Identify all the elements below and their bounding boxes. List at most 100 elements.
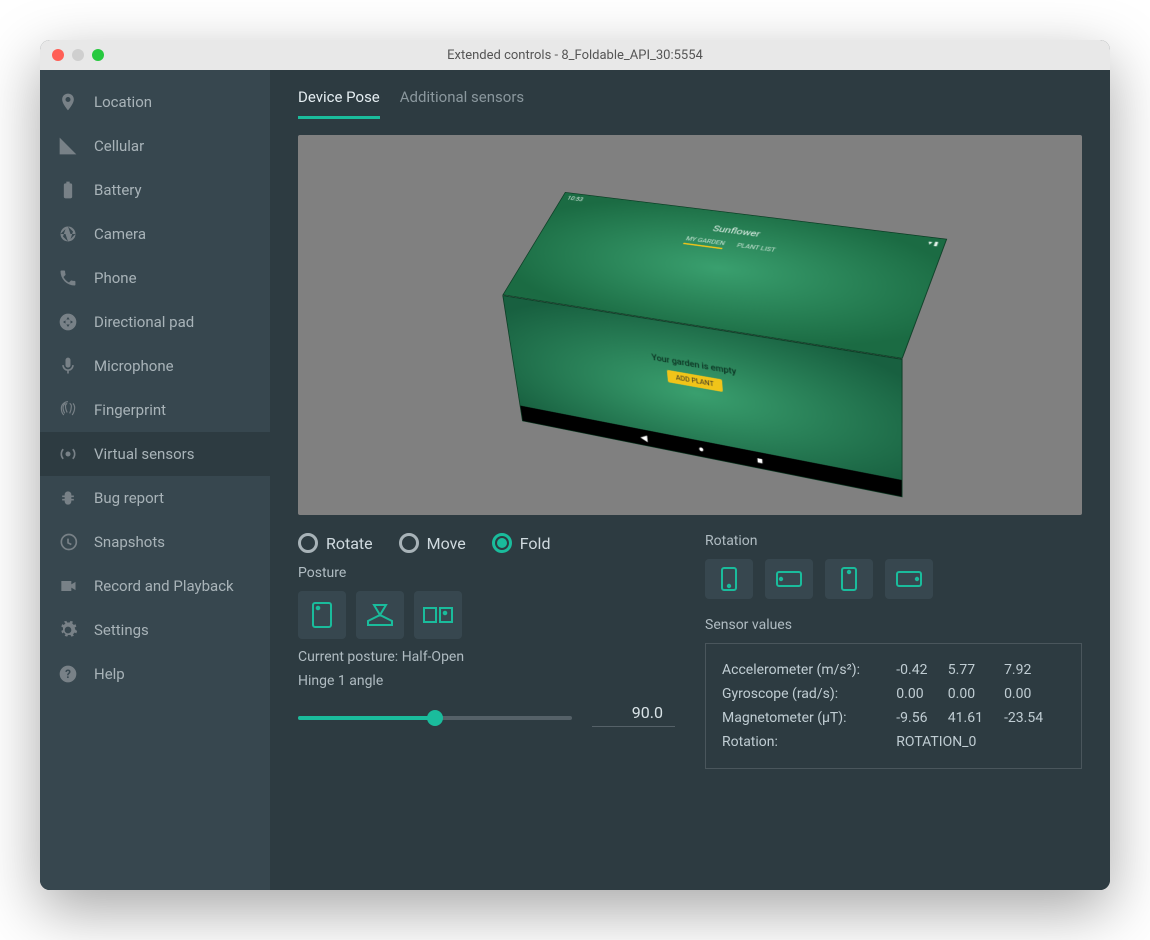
posture-half-open-icon bbox=[364, 601, 396, 629]
sensor-name: Gyroscope (rad/s): bbox=[722, 682, 896, 706]
sidebar-item-battery[interactable]: Battery bbox=[40, 168, 270, 212]
traffic-lights bbox=[52, 49, 104, 61]
sidebar-item-microphone[interactable]: Microphone bbox=[40, 344, 270, 388]
sidebar-item-dpad[interactable]: Directional pad bbox=[40, 300, 270, 344]
radio-rotate[interactable]: Rotate bbox=[298, 533, 373, 553]
rotation-landscape-left-button[interactable] bbox=[765, 559, 813, 599]
sidebar-item-label: Settings bbox=[94, 621, 149, 639]
sidebar-item-label: Location bbox=[94, 93, 152, 111]
sidebar-item-label: Bug report bbox=[94, 489, 164, 507]
minimize-icon[interactable] bbox=[72, 49, 84, 61]
sensor-value: -0.42 bbox=[896, 658, 948, 682]
zoom-icon[interactable] bbox=[92, 49, 104, 61]
tab-additional-sensors[interactable]: Additional sensors bbox=[400, 88, 524, 119]
rotation-portrait-button[interactable] bbox=[705, 559, 753, 599]
current-posture-row: Current posture: Half-Open bbox=[298, 649, 675, 665]
hinge-angle-label: Hinge 1 angle bbox=[298, 673, 675, 689]
history-icon bbox=[58, 532, 78, 552]
rotation-buttons bbox=[705, 559, 1082, 599]
sensor-value: 7.92 bbox=[1004, 658, 1065, 682]
sidebar-item-label: Snapshots bbox=[94, 533, 165, 551]
sidebar-item-settings[interactable]: Settings bbox=[40, 608, 270, 652]
posture-half-open-button[interactable] bbox=[356, 591, 404, 639]
sidebar-item-bug-report[interactable]: Bug report bbox=[40, 476, 270, 520]
sidebar-item-cellular[interactable]: Cellular bbox=[40, 124, 270, 168]
sensor-row-gyroscope: Gyroscope (rad/s): 0.00 0.00 0.00 bbox=[722, 682, 1065, 706]
landscape-icon bbox=[775, 569, 803, 589]
radio-label: Move bbox=[427, 534, 466, 553]
app-tab-plant-list: PLANT LIST bbox=[734, 242, 776, 256]
window-frame: Extended controls - 8_Foldable_API_30:55… bbox=[40, 40, 1110, 890]
location-icon bbox=[58, 92, 78, 112]
app-tab-my-garden: MY GARDEN bbox=[683, 235, 726, 249]
sensor-value: 5.77 bbox=[948, 658, 1004, 682]
posture-closed-icon bbox=[309, 600, 335, 630]
sensor-value: 0.00 bbox=[948, 682, 1004, 706]
fingerprint-icon bbox=[58, 400, 78, 420]
nav-back-icon: ◀ bbox=[640, 432, 648, 444]
sidebar-item-label: Virtual sensors bbox=[94, 445, 194, 463]
sidebar-item-snapshots[interactable]: Snapshots bbox=[40, 520, 270, 564]
microphone-icon bbox=[58, 356, 78, 376]
device-preview-3d[interactable]: 10:53 ▾ ▮ Sunflower MY GARDEN PLANT LIST… bbox=[298, 135, 1082, 515]
sensors-icon bbox=[58, 444, 78, 464]
hinge-angle-slider[interactable] bbox=[298, 716, 572, 720]
main-content: Device Pose Additional sensors 10:53 ▾ ▮… bbox=[270, 70, 1110, 890]
nav-recents-icon: ■ bbox=[757, 454, 764, 466]
sensor-row-accelerometer: Accelerometer (m/s²): -0.42 5.77 7.92 bbox=[722, 658, 1065, 682]
sidebar-item-fingerprint[interactable]: Fingerprint bbox=[40, 388, 270, 432]
sidebar-item-label: Camera bbox=[94, 225, 146, 243]
sidebar-item-virtual-sensors[interactable]: Virtual sensors bbox=[40, 432, 270, 476]
sidebar-item-phone[interactable]: Phone bbox=[40, 256, 270, 300]
status-bar: 10:53 ▾ ▮ bbox=[566, 195, 940, 247]
posture-flat-icon bbox=[421, 603, 455, 627]
tab-device-pose[interactable]: Device Pose bbox=[298, 88, 380, 119]
radio-move[interactable]: Move bbox=[399, 533, 466, 553]
sidebar-item-label: Help bbox=[94, 665, 125, 683]
posture-closed-button[interactable] bbox=[298, 591, 346, 639]
portrait-icon bbox=[719, 566, 739, 592]
posture-flat-button[interactable] bbox=[414, 591, 462, 639]
sidebar-item-record-playback[interactable]: Record and Playback bbox=[40, 564, 270, 608]
sensor-name: Rotation: bbox=[722, 730, 896, 754]
sensor-values-label: Sensor values bbox=[705, 617, 1082, 633]
sidebar-item-label: Record and Playback bbox=[94, 577, 234, 595]
nav-home-icon: ● bbox=[698, 443, 705, 454]
sensor-value: -9.56 bbox=[896, 706, 948, 730]
svg-text:?: ? bbox=[65, 667, 71, 681]
rotation-landscape-right-button[interactable] bbox=[885, 559, 933, 599]
sensor-name: Accelerometer (m/s²): bbox=[722, 658, 896, 682]
posture-buttons bbox=[298, 591, 675, 639]
device-bottom-screen: Your garden is empty ADD PLANT ◀ ● ■ bbox=[502, 295, 902, 497]
sensor-row-rotation: Rotation: ROTATION_0 bbox=[722, 730, 1065, 754]
sensor-row-magnetometer: Magnetometer (µT): -9.56 41.61 -23.54 bbox=[722, 706, 1065, 730]
close-icon[interactable] bbox=[52, 49, 64, 61]
rotation-portrait-flipped-button[interactable] bbox=[825, 559, 873, 599]
gear-icon bbox=[58, 620, 78, 640]
video-icon bbox=[58, 576, 78, 596]
empty-garden-text: Your garden is empty bbox=[651, 353, 736, 377]
current-posture-label: Current posture: bbox=[298, 649, 398, 665]
sidebar-item-help[interactable]: ? Help bbox=[40, 652, 270, 696]
sidebar-item-camera[interactable]: Camera bbox=[40, 212, 270, 256]
app-tabs: MY GARDEN PLANT LIST bbox=[683, 235, 777, 256]
status-time: 10:53 bbox=[566, 195, 585, 202]
sidebar-item-label: Fingerprint bbox=[94, 401, 166, 419]
radio-label: Rotate bbox=[326, 534, 373, 553]
device-top-screen: 10:53 ▾ ▮ Sunflower MY GARDEN PLANT LIST bbox=[502, 192, 947, 359]
current-posture-value: Half-Open bbox=[402, 649, 464, 665]
app-title: Sunflower bbox=[711, 224, 762, 239]
bug-icon bbox=[58, 488, 78, 508]
sidebar-item-location[interactable]: Location bbox=[40, 80, 270, 124]
sensor-value: -23.54 bbox=[1004, 706, 1065, 730]
posture-label: Posture bbox=[298, 565, 675, 581]
hinge-angle-input[interactable]: 90.0 bbox=[592, 699, 675, 727]
battery-icon bbox=[58, 180, 78, 200]
radio-fold[interactable]: Fold bbox=[492, 533, 551, 553]
sensor-value: 41.61 bbox=[948, 706, 1004, 730]
foldable-device-model: 10:53 ▾ ▮ Sunflower MY GARDEN PLANT LIST… bbox=[495, 147, 912, 511]
slider-thumb[interactable] bbox=[427, 710, 443, 726]
sensor-name: Magnetometer (µT): bbox=[722, 706, 896, 730]
portrait-flipped-icon bbox=[839, 566, 859, 592]
tab-bar: Device Pose Additional sensors bbox=[298, 88, 1082, 119]
